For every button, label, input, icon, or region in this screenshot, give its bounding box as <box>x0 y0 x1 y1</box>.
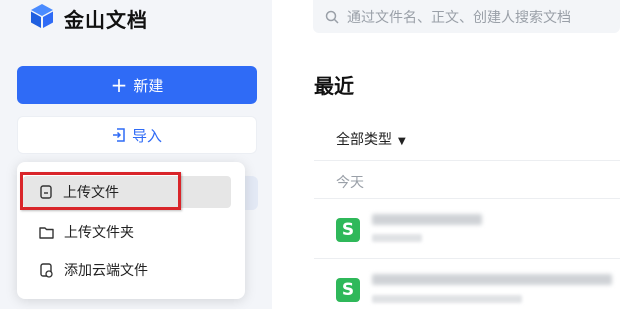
file-meta-redacted <box>372 295 522 303</box>
app-name: 金山文档 <box>64 8 148 32</box>
import-button-label: 导入 <box>131 126 162 145</box>
divider <box>314 160 620 161</box>
menu-item-label: 上传文件夹 <box>64 225 134 241</box>
file-name-redacted <box>372 214 482 225</box>
search-icon <box>325 10 339 24</box>
file-row[interactable]: S <box>314 206 620 254</box>
group-label-today: 今天 <box>336 175 364 191</box>
plus-icon: + <box>110 73 128 97</box>
file-meta-redacted <box>372 234 422 242</box>
menu-item-label: 添加云端文件 <box>64 263 148 279</box>
new-button[interactable]: + 新建 <box>17 66 257 104</box>
cloud-file-icon <box>40 262 53 278</box>
new-button-label: 新建 <box>133 76 164 95</box>
folder-icon <box>39 226 54 239</box>
file-name-redacted <box>372 274 612 285</box>
type-filter-label: 全部类型 <box>336 132 392 148</box>
search-bar[interactable]: 通过文件名、正文、创建人搜索文档 <box>313 0 620 33</box>
divider <box>314 258 620 259</box>
caret-down-icon: ▼ <box>398 136 406 147</box>
highlight-annotation <box>20 172 181 210</box>
kdocs-logo-icon <box>31 4 53 28</box>
file-row[interactable]: S <box>314 262 620 310</box>
spreadsheet-icon: S <box>336 218 360 242</box>
import-icon <box>112 128 125 142</box>
type-filter-dropdown[interactable]: 全部类型 ▼ <box>336 129 406 149</box>
divider <box>314 198 620 199</box>
spreadsheet-icon: S <box>336 278 360 302</box>
search-placeholder: 通过文件名、正文、创建人搜索文档 <box>347 9 571 26</box>
section-title: 最近 <box>314 74 354 98</box>
menu-item-upload-folder[interactable]: 上传文件夹 <box>23 216 231 248</box>
menu-item-add-cloud-file[interactable]: 添加云端文件 <box>23 254 231 286</box>
import-button[interactable]: 导入 <box>17 116 257 154</box>
